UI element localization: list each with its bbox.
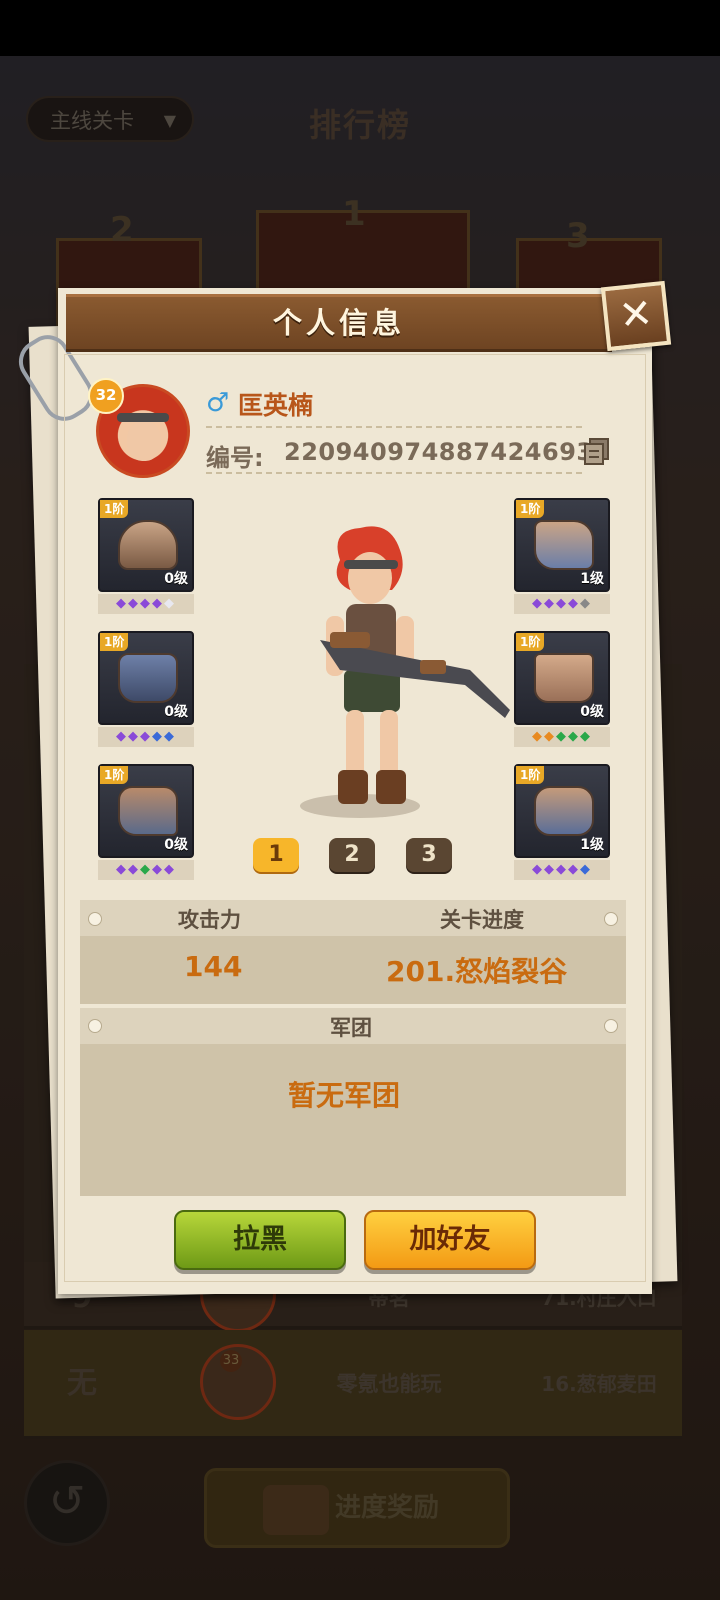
equipment-level: 0级: [164, 837, 188, 853]
gem-purple-icon: ◆: [128, 862, 140, 877]
equipment-slot-boots[interactable]: 1阶 0级 ◆◆◆◆◆: [98, 764, 194, 882]
gem-purple-icon: ◆: [556, 596, 568, 611]
helmet-icon: [118, 520, 178, 570]
equipment-slot-bracers[interactable]: 1阶 1级 ◆◆◆◆◆: [514, 498, 610, 616]
tier-badge: 1阶: [100, 766, 129, 784]
gem-purple-icon: ◆: [152, 862, 164, 877]
gem-slots: ◆◆◆◆◆: [98, 727, 194, 747]
close-button[interactable]: ✕: [600, 280, 672, 352]
gem-purple-icon: ◆: [544, 862, 556, 877]
gem-purple-icon: ◆: [568, 596, 580, 611]
gem-purple-icon: ◆: [544, 596, 556, 611]
gem-blue-icon: ◆: [580, 862, 592, 877]
gem-green-icon: ◆: [140, 862, 152, 877]
player-name: 匡英楠: [238, 391, 314, 420]
block-button[interactable]: 拉黑: [174, 1210, 346, 1270]
gem-blue-icon: ◆: [164, 729, 176, 744]
tier-badge: 1阶: [516, 633, 545, 651]
gem-white-icon: ◆: [164, 596, 176, 611]
gem-green-icon: ◆: [556, 729, 568, 744]
gem-purple-icon: ◆: [128, 729, 140, 744]
gem-slots: ◆◆◆◆◆: [514, 594, 610, 614]
status-bar: [0, 0, 720, 56]
gem-purple-icon: ◆: [116, 729, 128, 744]
equipment-level: 1级: [580, 837, 604, 853]
gem-slots: ◆◆◆◆◆: [514, 727, 610, 747]
gem-blue-icon: ◆: [152, 729, 164, 744]
tier-badge: 1阶: [100, 500, 129, 518]
divider: [206, 472, 582, 474]
player-id-value: 2209409748874246935: [284, 438, 611, 466]
player-level-badge: 32: [88, 378, 124, 414]
pants-icon: [534, 653, 594, 703]
loadout-tab-3[interactable]: 3: [406, 838, 452, 872]
equipment-slot-armor[interactable]: 1阶 0级 ◆◆◆◆◆: [98, 631, 194, 749]
gem-slots: ◆◆◆◆◆: [514, 860, 610, 880]
stats-header: [80, 900, 626, 936]
equipment-level: 0级: [164, 704, 188, 720]
gem-green-icon: ◆: [580, 729, 592, 744]
gem-green-icon: ◆: [568, 729, 580, 744]
equipment-slot-pants[interactable]: 1阶 0级 ◆◆◆◆◆: [514, 631, 610, 749]
gem-purple-icon: ◆: [140, 596, 152, 611]
gem-purple-icon: ◆: [532, 596, 544, 611]
gem-purple-icon: ◆: [116, 862, 128, 877]
gem-purple-icon: ◆: [568, 862, 580, 877]
gem-purple-icon: ◆: [164, 862, 176, 877]
armor-icon: [118, 653, 178, 703]
gem-purple-icon: ◆: [152, 596, 164, 611]
gem-slots: ◆◆◆◆◆: [98, 860, 194, 880]
tier-badge: 1阶: [516, 500, 545, 518]
dialog-header: 个人信息: [66, 294, 612, 352]
boots-icon: [118, 786, 178, 836]
corner-rivet-icon: [88, 1019, 102, 1033]
progress-value: 201.怒焰裂谷: [386, 955, 568, 988]
character-model: [320, 526, 510, 804]
loadout-tab-1[interactable]: 1: [253, 838, 299, 872]
dialog-title: 个人信息: [272, 306, 405, 340]
tier-badge: 1阶: [516, 766, 545, 784]
equipment-slot-helmet[interactable]: 1阶 0级 ◆◆◆◆◆: [98, 498, 194, 616]
gem-purple-icon: ◆: [116, 596, 128, 611]
player-id-label: 编号:: [206, 444, 264, 472]
copy-icon[interactable]: [582, 436, 612, 466]
close-icon: ✕: [616, 290, 655, 340]
gem-purple-icon: ◆: [556, 862, 568, 877]
gem-gray-icon: ◆: [580, 596, 592, 611]
gem-purple-icon: ◆: [128, 596, 140, 611]
equipment-level: 0级: [164, 571, 188, 587]
corner-rivet-icon: [88, 912, 102, 926]
add-friend-button[interactable]: 加好友: [364, 1210, 536, 1270]
gem-orange-icon: ◆: [544, 729, 556, 744]
gem-purple-icon: ◆: [140, 729, 152, 744]
legion-label: 军团: [330, 1016, 372, 1040]
equipment-level: 0级: [580, 704, 604, 720]
attack-label: 攻击力: [178, 908, 241, 932]
legion-value: 暂无军团: [288, 1079, 401, 1112]
divider: [206, 426, 582, 428]
avatar-face: [127, 421, 161, 461]
tier-badge: 1阶: [100, 633, 129, 651]
corner-rivet-icon: [604, 912, 618, 926]
bracers-icon: [534, 520, 594, 570]
avatar-headband: [117, 413, 169, 422]
loadout-tab-2[interactable]: 2: [329, 838, 375, 872]
male-gender-icon: ♂: [206, 388, 230, 418]
gem-purple-icon: ◆: [532, 862, 544, 877]
attack-value: 144: [184, 950, 243, 983]
gem-slots: ◆◆◆◆◆: [98, 594, 194, 614]
equipment-slot-gloves[interactable]: 1阶 1级 ◆◆◆◆◆: [514, 764, 610, 882]
legion-body: [80, 1044, 626, 1196]
corner-rivet-icon: [604, 1019, 618, 1033]
progress-label: 关卡进度: [440, 908, 524, 932]
gloves-icon: [534, 786, 594, 836]
equipment-level: 1级: [580, 571, 604, 587]
gem-orange-icon: ◆: [532, 729, 544, 744]
